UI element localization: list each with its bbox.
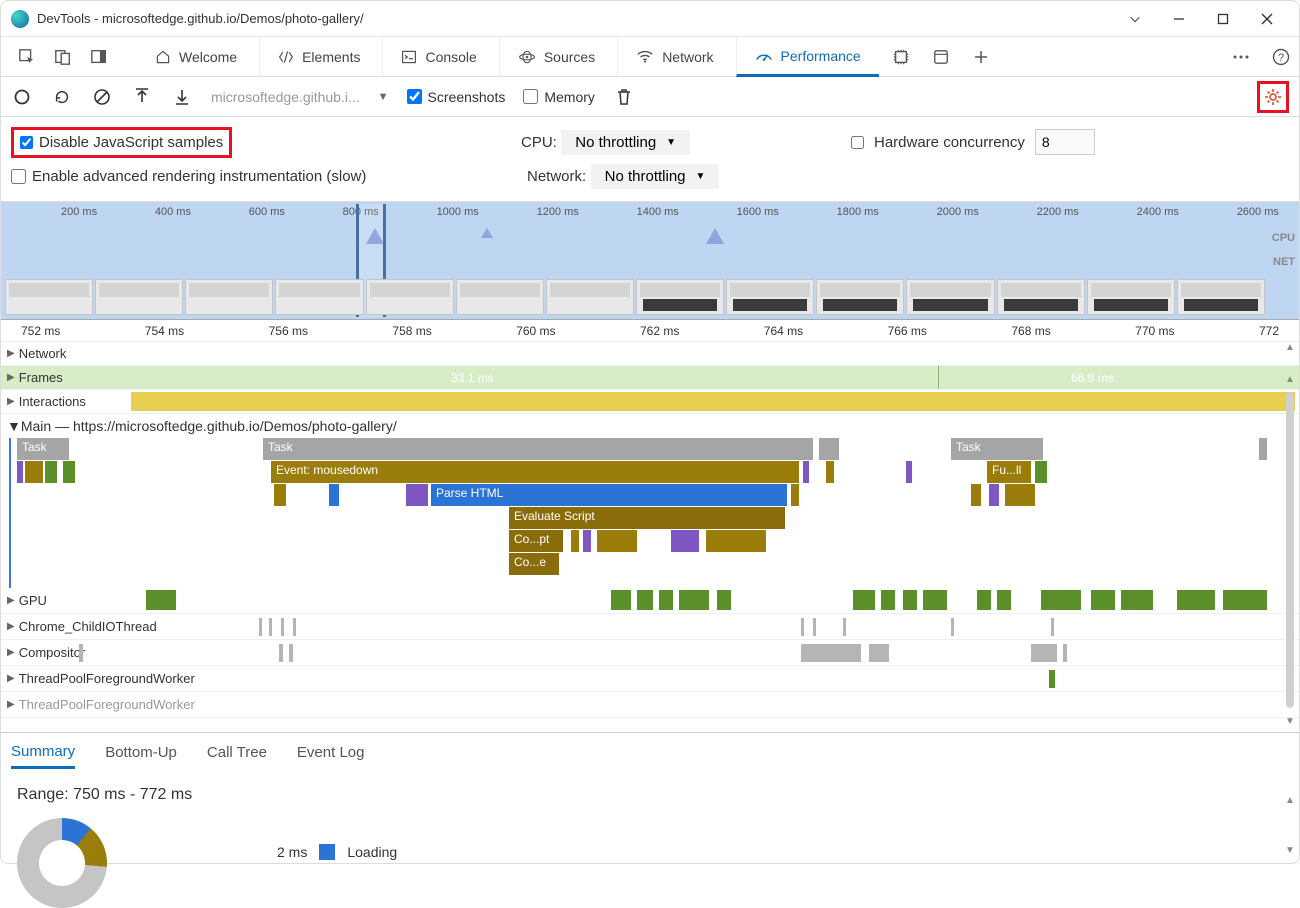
minimize-button[interactable]	[1157, 4, 1201, 34]
summary-panel: Range: 750 ms - 772 ms 2 ms Loading ▲ ▼	[1, 772, 1299, 874]
hardware-concurrency-input[interactable]	[1035, 129, 1095, 155]
legend-swatch-loading	[319, 844, 335, 860]
network-throttling-dropdown[interactable]: No throttling▼	[591, 164, 720, 189]
tab-call-tree[interactable]: Call Tree	[207, 744, 267, 761]
legend-loading: 2 ms Loading	[277, 844, 1283, 860]
tab-performance[interactable]: Performance	[736, 37, 879, 77]
network-track[interactable]: ▶Network	[1, 342, 1299, 366]
tab-network[interactable]: Network	[617, 37, 731, 77]
main-track[interactable]: ▼Main — https://microsoftedge.github.io/…	[1, 414, 1299, 588]
panel-tabs: Welcome Elements Console Sources Network…	[1, 37, 1299, 77]
profile-url: microsoftedge.github.i...	[211, 89, 360, 105]
help-icon[interactable]: ?	[1263, 39, 1299, 75]
disable-js-highlight: Disable JavaScript samples	[11, 127, 232, 158]
hardware-concurrency-checkbox[interactable]	[851, 136, 864, 149]
network-label: Network:	[527, 168, 586, 185]
scrollbar-thumb[interactable]	[1286, 392, 1294, 708]
window-title: DevTools - microsoftedge.github.io/Demos…	[37, 11, 1113, 26]
memory-chip-icon[interactable]	[883, 39, 919, 75]
flame-chart[interactable]: Task Task Event: mousedown Parse HTML Ev…	[9, 438, 1299, 588]
upload-icon[interactable]	[131, 86, 153, 108]
titlebar: DevTools - microsoftedge.github.io/Demos…	[1, 1, 1299, 37]
chevron-down-icon[interactable]	[1113, 4, 1157, 34]
tab-summary[interactable]: Summary	[11, 743, 75, 769]
add-tab-icon[interactable]	[963, 39, 999, 75]
performance-toolbar: microsoftedge.github.i... ▼ Screenshots …	[1, 77, 1299, 117]
gpu-track[interactable]: ▶GPU	[1, 588, 1299, 614]
clear-icon[interactable]	[91, 86, 113, 108]
tab-performance-label: Performance	[781, 48, 861, 64]
tab-elements[interactable]: Elements	[259, 37, 378, 77]
capture-settings: Disable JavaScript samples CPU: No throt…	[1, 117, 1299, 202]
more-icon[interactable]	[1223, 39, 1259, 75]
frames-track[interactable]: ▶Frames 33.1 ms 66.8 ms	[1, 366, 1299, 390]
tab-network-label: Network	[662, 49, 713, 65]
inspect-icon[interactable]	[11, 41, 43, 73]
record-icon[interactable]	[11, 86, 33, 108]
hardware-concurrency-label: Hardware concurrency	[874, 134, 1025, 151]
screenshots-checkbox[interactable]: Screenshots	[407, 89, 506, 105]
dock-icon[interactable]	[83, 41, 115, 73]
threadpool-track-2[interactable]: ▶ThreadPoolForegroundWorker	[1, 692, 1299, 718]
summary-scroll-down[interactable]: ▼	[1283, 845, 1297, 857]
cpu-throttling-dropdown[interactable]: No throttling▼	[561, 130, 690, 155]
gear-icon[interactable]	[1262, 86, 1284, 108]
tab-console-label: Console	[425, 49, 476, 65]
tab-sources[interactable]: Sources	[499, 37, 613, 77]
tab-sources-label: Sources	[544, 49, 595, 65]
app-icon[interactable]	[923, 39, 959, 75]
download-icon[interactable]	[171, 86, 193, 108]
memory-checkbox[interactable]: Memory	[523, 89, 595, 105]
tab-welcome[interactable]: Welcome	[137, 37, 255, 77]
cpu-label: CPU:	[521, 134, 557, 151]
disable-js-label: Disable JavaScript samples	[39, 134, 223, 151]
scroll-up-icon[interactable]: ▲	[1283, 342, 1297, 358]
tab-welcome-label: Welcome	[179, 49, 237, 65]
maximize-button[interactable]	[1201, 4, 1245, 34]
scroll-down-icon[interactable]: ▼	[1283, 716, 1297, 732]
interactions-track[interactable]: ▶Interactions	[1, 390, 1299, 414]
flame-chart-area[interactable]: ▶Network ▶Frames 33.1 ms 66.8 ms ▶Intera…	[1, 342, 1299, 732]
edge-icon	[11, 10, 29, 28]
svg-text:?: ?	[1278, 52, 1284, 64]
detail-ticks: 752 ms754 ms756 ms758 ms760 ms762 ms764 …	[1, 320, 1299, 342]
summary-scroll-up[interactable]: ▲	[1283, 795, 1297, 807]
overview-ticks: 200 ms400 ms600 ms800 ms1000 ms1200 ms14…	[1, 202, 1299, 218]
dropdown-arrow-icon[interactable]: ▼	[378, 91, 389, 103]
tab-event-log[interactable]: Event Log	[297, 744, 365, 761]
summary-range: Range: 750 ms - 772 ms	[17, 786, 1283, 804]
scroll-up2-icon[interactable]: ▲	[1283, 374, 1297, 390]
tab-bottom-up[interactable]: Bottom-Up	[105, 744, 177, 761]
summary-donut	[17, 818, 107, 908]
trash-icon[interactable]	[613, 86, 635, 108]
reload-record-icon[interactable]	[51, 86, 73, 108]
tab-console[interactable]: Console	[382, 37, 494, 77]
timeline-overview[interactable]: 200 ms400 ms600 ms800 ms1000 ms1200 ms14…	[1, 202, 1299, 320]
screenshot-strip	[5, 279, 1265, 315]
device-toggle-icon[interactable]	[47, 41, 79, 73]
compositor-track[interactable]: ▶Compositor	[1, 640, 1299, 666]
tab-elements-label: Elements	[302, 49, 360, 65]
advanced-rendering-checkbox[interactable]: Enable advanced rendering instrumentatio…	[11, 168, 366, 185]
threadpool-track-1[interactable]: ▶ThreadPoolForegroundWorker	[1, 666, 1299, 692]
disable-js-checkbox[interactable]	[20, 136, 33, 149]
details-tabs: Summary Bottom-Up Call Tree Event Log	[1, 732, 1299, 772]
capture-settings-highlight	[1257, 81, 1289, 113]
chrome-io-track[interactable]: ▶Chrome_ChildIOThread	[1, 614, 1299, 640]
close-button[interactable]	[1245, 4, 1289, 34]
